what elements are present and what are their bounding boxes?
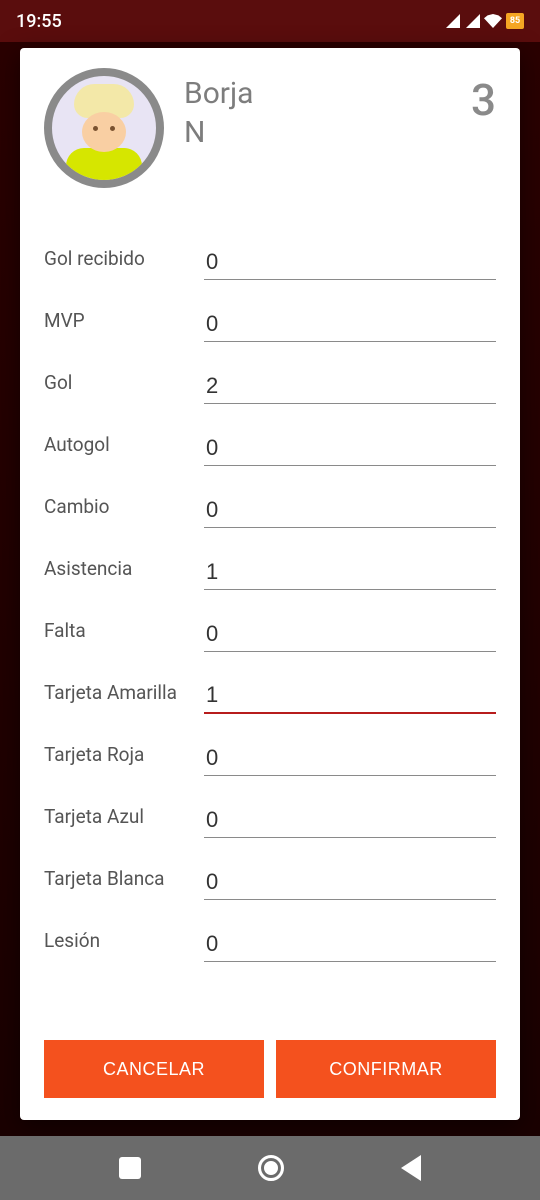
battery-icon: 85 — [506, 13, 524, 29]
cancel-button[interactable]: CANCELAR — [44, 1040, 264, 1098]
stat-input[interactable] — [204, 617, 496, 652]
stat-row: Tarjeta Azul — [44, 776, 496, 838]
stat-row: Tarjeta Amarilla — [44, 652, 496, 714]
stat-label: Tarjeta Azul — [44, 805, 188, 838]
stat-input[interactable] — [204, 927, 496, 962]
stat-label: Tarjeta Amarilla — [44, 681, 188, 714]
status-bar: 19:55 85 — [0, 0, 540, 42]
stat-input[interactable] — [204, 493, 496, 528]
signal-icon — [466, 14, 480, 28]
stat-label: Falta — [44, 619, 188, 652]
player-last-name: N — [184, 115, 205, 150]
stat-input[interactable] — [204, 803, 496, 838]
stat-row: Gol — [44, 342, 496, 404]
stat-label: Gol recibido — [44, 247, 188, 280]
stat-row: Tarjeta Blanca — [44, 838, 496, 900]
stat-input[interactable] — [204, 307, 496, 342]
status-icons: 85 — [444, 13, 524, 29]
signal-icon — [446, 14, 460, 28]
stat-row: Cambio — [44, 466, 496, 528]
button-row: CANCELAR CONFIRMAR — [44, 1040, 496, 1098]
stat-input[interactable] — [204, 369, 496, 404]
stat-row: Asistencia — [44, 528, 496, 590]
player-stats-modal: Borja N 3 Gol recibido MVP Gol Autogol Cambi… — [20, 48, 520, 1120]
nav-back-icon[interactable] — [401, 1155, 421, 1181]
stat-input[interactable] — [204, 741, 496, 776]
stat-input[interactable] — [204, 431, 496, 466]
player-header: Borja N 3 — [44, 68, 496, 188]
stat-label: Cambio — [44, 495, 188, 528]
stat-input[interactable] — [204, 555, 496, 590]
stat-label: Tarjeta Blanca — [44, 867, 188, 900]
nav-home-icon[interactable] — [258, 1155, 284, 1181]
avatar — [44, 68, 164, 188]
stats-list: Gol recibido MVP Gol Autogol Cambio Asistenci… — [44, 218, 496, 1012]
stat-label: Lesión — [44, 929, 188, 962]
stat-label: Asistencia — [44, 557, 188, 590]
player-first-name: Borja — [184, 76, 253, 111]
nav-recent-icon[interactable] — [119, 1157, 141, 1179]
stat-label: Gol — [44, 371, 188, 404]
stat-row: Lesión — [44, 900, 496, 962]
player-name: Borja N — [184, 68, 451, 152]
stat-input[interactable] — [204, 678, 496, 714]
wifi-icon — [484, 14, 502, 28]
stat-label: MVP — [44, 309, 188, 342]
stat-row: Gol recibido — [44, 218, 496, 280]
confirm-button[interactable]: CONFIRMAR — [276, 1040, 496, 1098]
stat-row: Autogol — [44, 404, 496, 466]
stat-input[interactable] — [204, 865, 496, 900]
stat-input[interactable] — [204, 245, 496, 280]
android-nav-bar — [0, 1136, 540, 1200]
stat-label: Autogol — [44, 433, 188, 466]
stat-row: Falta — [44, 590, 496, 652]
stat-label: Tarjeta Roja — [44, 743, 188, 776]
status-time: 19:55 — [16, 11, 62, 32]
stat-row: MVP — [44, 280, 496, 342]
stat-row: Tarjeta Roja — [44, 714, 496, 776]
player-number: 3 — [471, 68, 496, 126]
